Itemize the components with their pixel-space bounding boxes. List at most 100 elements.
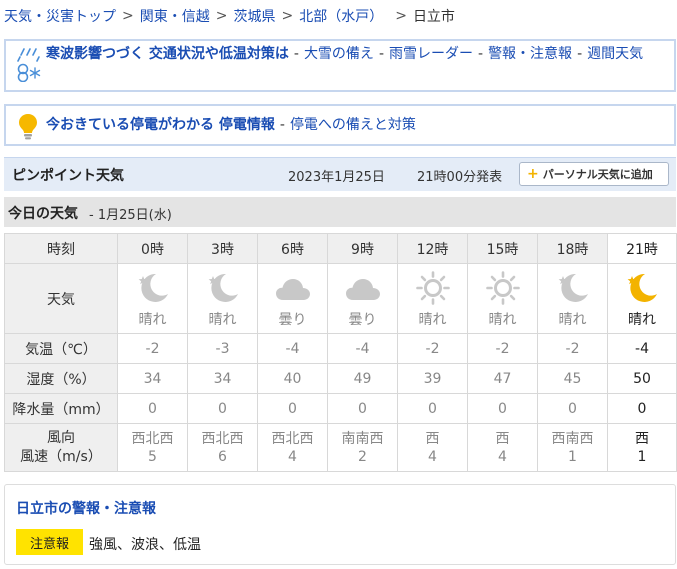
hour-cell: 6時: [257, 233, 328, 264]
temperature-cell: -2: [117, 333, 188, 364]
wind-direction: 西北西: [271, 430, 314, 447]
snow-icon: [12, 46, 44, 83]
time-row: 時刻 0時 3時 6時 9時 12時 15時 18時 21時: [4, 233, 677, 264]
weather-cell: 晴れ: [187, 263, 258, 334]
cold-wave-banner-text: 寒波影響つづく 交通状況や低温対策は - 大雪の備え - 雨雪レーダー - 警報・注意報 - 週…: [46, 44, 668, 65]
wind-cell: 西4: [397, 423, 468, 472]
breadcrumb-ibaraki[interactable]: 茨城県: [233, 6, 275, 26]
pinpoint-title: ピンポイント天気: [12, 168, 124, 184]
temperature-cell: -2: [467, 333, 538, 364]
cold-wave-banner: 寒波影響つづく 交通状況や低温対策は - 大雪の備え - 雨雪レーダー - 警報・注意報 - 週…: [4, 39, 676, 92]
precipitation-cell: 0: [327, 393, 398, 424]
weather-label: 晴れ: [418, 312, 447, 328]
precipitation-cell: 0: [467, 393, 538, 424]
breadcrumb: 天気・災害トップ > 関東・信越 > 茨城県 > 北部（水戸） > 日立市: [4, 6, 455, 26]
weather-cell: 晴れ: [397, 263, 468, 334]
rain-snow-radar-link[interactable]: 雨雪レーダー: [389, 46, 473, 62]
breadcrumb-separator: >: [395, 8, 407, 24]
precipitation-cell: 0: [607, 393, 677, 424]
pinpoint-header: ピンポイント天気 2023年1月25日 21時00分発表 + パーソナル天気に追…: [4, 157, 676, 191]
precipitation-cell: 0: [537, 393, 608, 424]
power-outage-headline-link[interactable]: 今おきている停電がわかる 停電情報: [46, 117, 275, 133]
warnings-box: 日立市の警報・注意報 注意報 強風、波浪、低温: [4, 484, 676, 565]
moon-icon: [538, 270, 607, 306]
weather-cell: 晴れ: [467, 263, 538, 334]
temperature-row: 気温（℃） -2 -3 -4 -4 -2 -2 -2 -4: [4, 333, 677, 364]
weather-cell: 曇り: [327, 263, 398, 334]
humidity-cell: 47: [467, 363, 538, 394]
advisory-items: 強風、波浪、低温: [89, 537, 201, 553]
wind-direction: 西: [495, 430, 510, 447]
moon-icon: [188, 270, 257, 306]
hour-cell: 15時: [467, 233, 538, 264]
advisory-badge: 注意報: [16, 529, 83, 555]
weather-label: 晴れ: [138, 312, 167, 328]
wind-cell: 西北西 6: [187, 423, 258, 472]
hour-cell: 3時: [187, 233, 258, 264]
wind-row-label: 風向 風速（m/s）: [4, 423, 118, 472]
wind-speed: 2: [358, 448, 367, 465]
breadcrumb-weather-top[interactable]: 天気・災害トップ: [4, 6, 116, 26]
weather-row: 天気 晴れ 晴れ 曇り 曇り 晴れ 晴れ 晴れ 晴れ: [4, 263, 677, 334]
wind-direction: 西北西: [131, 430, 174, 447]
wind-direction: 西: [425, 430, 440, 447]
precipitation-cell: 0: [257, 393, 328, 424]
wind-speed-label: 風速（m/s）: [20, 448, 102, 465]
wind-speed: 1: [568, 448, 577, 465]
today-date: - 1月25日(水): [89, 208, 172, 223]
wind-cell: 西南西 1: [537, 423, 608, 472]
precipitation-cell: 0: [397, 393, 468, 424]
breadcrumb-current: 日立市: [412, 9, 455, 25]
weather-label: 晴れ: [488, 312, 517, 328]
wind-speed: 4: [288, 448, 297, 465]
breadcrumb-separator: >: [215, 8, 228, 24]
wind-direction: 西南西: [551, 430, 594, 447]
outage-prep-link[interactable]: 停電への備えと対策: [290, 117, 416, 133]
weekly-weather-link[interactable]: 週間天気: [587, 46, 643, 62]
add-personal-weather-label: パーソナル天気に追加: [542, 168, 653, 181]
wind-cell: 西4: [467, 423, 538, 472]
temperature-cell: -4: [327, 333, 398, 364]
moon-icon: [118, 270, 187, 306]
warnings-link[interactable]: 警報・注意報: [488, 46, 572, 62]
weather-label: 曇り: [278, 312, 307, 328]
weather-row-label: 天気: [4, 263, 118, 334]
wind-cell: 西北西 5: [117, 423, 188, 472]
time-row-label: 時刻: [4, 233, 118, 264]
humidity-row: 湿度（%） 34 34 40 49 39 47 45 50: [4, 363, 677, 394]
humidity-cell: 34: [187, 363, 258, 394]
humidity-cell: 39: [397, 363, 468, 394]
temperature-cell: -4: [257, 333, 328, 364]
wind-cell: 南南西 2: [327, 423, 398, 472]
wind-speed: 1: [637, 448, 647, 465]
cloud-icon: [258, 270, 327, 306]
precipitation-cell: 0: [187, 393, 258, 424]
humidity-cell: 49: [327, 363, 398, 394]
today-weather-bar: 今日の天気 - 1月25日(水): [4, 197, 676, 227]
today-title: 今日の天気: [8, 206, 78, 222]
hour-cell: 12時: [397, 233, 468, 264]
heavy-snow-prep-link[interactable]: 大雪の備え: [304, 46, 374, 62]
plus-icon: +: [527, 166, 539, 182]
wind-cell: 西北西 4: [257, 423, 328, 472]
add-personal-weather-button[interactable]: + パーソナル天気に追加: [519, 162, 669, 186]
weather-cell: 曇り: [257, 263, 328, 334]
weather-cell: 晴れ: [607, 263, 677, 334]
lightbulb-icon: [12, 111, 44, 145]
warnings-title: 日立市の警報・注意報: [16, 501, 156, 517]
humidity-row-label: 湿度（%）: [4, 363, 118, 394]
precipitation-row: 降水量（mm） 00000000: [4, 393, 677, 424]
breadcrumb-separator: >: [122, 8, 134, 24]
temperature-row-label: 気温（℃）: [4, 333, 118, 364]
issue-date: 2023年1月25日: [288, 170, 385, 185]
breadcrumb-separator: >: [281, 8, 294, 24]
wind-speed: 4: [498, 448, 507, 465]
breadcrumb-north-mito[interactable]: 北部（水戸）: [299, 6, 383, 26]
wind-direction-label: 風向: [47, 429, 75, 446]
cold-wave-headline-link[interactable]: 寒波影響つづく 交通状況や低温対策は: [46, 46, 289, 62]
breadcrumb-kanto[interactable]: 関東・信越: [140, 6, 210, 26]
dash: -: [478, 46, 484, 62]
dash: -: [279, 117, 285, 133]
weather-label: 晴れ: [208, 312, 237, 328]
temperature-cell: -2: [537, 333, 608, 364]
